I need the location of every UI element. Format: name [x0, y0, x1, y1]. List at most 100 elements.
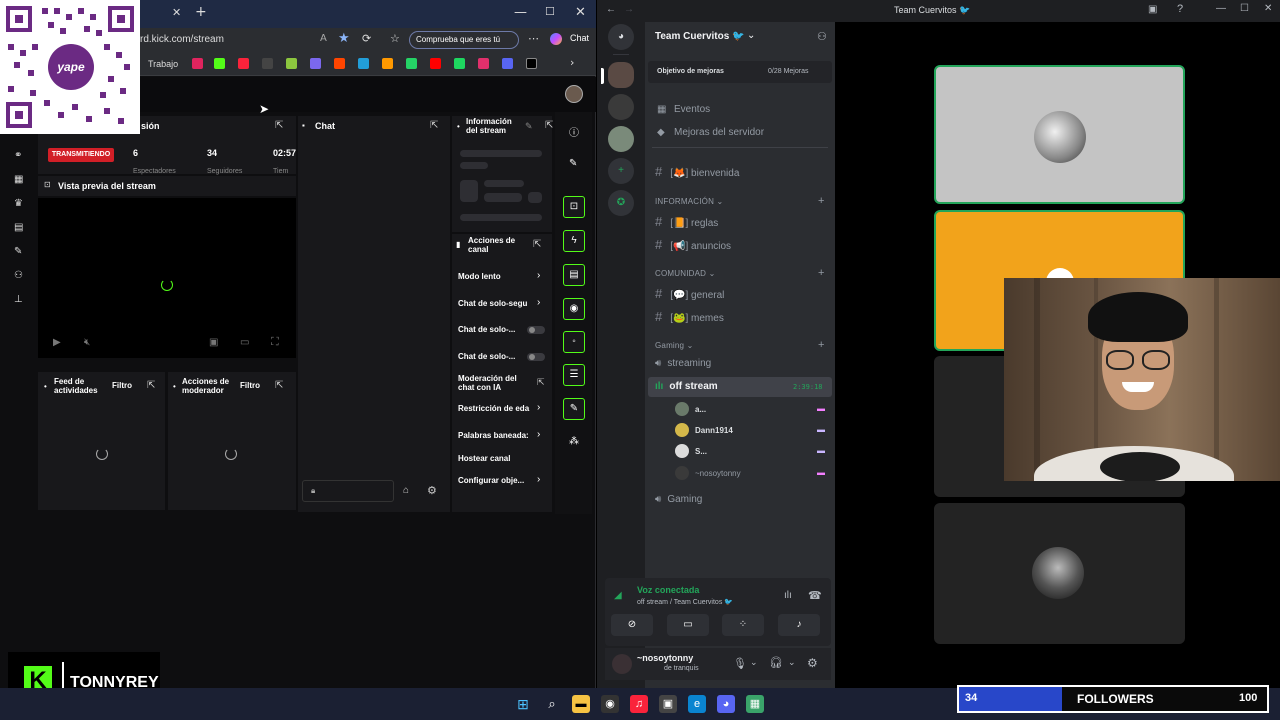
inbox-icon[interactable]: ▣	[1148, 4, 1157, 15]
voice-member[interactable]: Dann1914	[695, 426, 733, 435]
category-gaming[interactable]: Gaming ⌄	[655, 341, 694, 350]
avatar[interactable]	[675, 423, 689, 437]
popout-icon[interactable]: ⇱	[545, 120, 553, 131]
add-channel-icon[interactable]: +	[818, 195, 824, 207]
discord-icon[interactable]: ◕	[717, 695, 735, 713]
bookmark-icon[interactable]	[406, 58, 417, 69]
x-bookmark-icon[interactable]	[526, 58, 537, 69]
windows-start-icon[interactable]: ⊞	[514, 695, 532, 713]
voice-channel-gaming[interactable]: 🔊︎ Gaming	[655, 494, 702, 505]
settings-gear-icon[interactable]: ⚙	[427, 484, 437, 497]
bookmark-folder-trabajo[interactable]: Trabajo	[148, 59, 178, 69]
close-window-button[interactable]: ✕	[575, 5, 586, 20]
microphone-icon[interactable]: 🎙︎	[733, 657, 747, 670]
settings-gear-icon[interactable]: ⚙	[807, 656, 818, 670]
emotes-only-toggle[interactable]	[527, 353, 545, 361]
activities-button[interactable]: ⁘	[722, 614, 764, 636]
channel-reglas[interactable]: # [📙] reglas	[655, 214, 718, 229]
channel-memes[interactable]: # [🐸] memes	[655, 309, 724, 324]
chevron-down-icon[interactable]: ⌄	[750, 657, 758, 668]
server-name[interactable]: Team Cuervitos 🐦	[655, 31, 745, 42]
lightning-icon[interactable]: ϟ	[563, 230, 585, 252]
voice-member[interactable]: ~nosoytonny	[695, 469, 741, 478]
video-tile[interactable]	[934, 65, 1185, 204]
wrench-icon[interactable]: ✎	[14, 246, 22, 257]
edge-browser-icon[interactable]: e	[688, 695, 706, 713]
refresh-icon[interactable]: ⟳	[362, 32, 371, 45]
maximize-button[interactable]: ☐	[545, 5, 555, 18]
soundboard-button[interactable]: ♪	[778, 614, 820, 636]
url-text[interactable]: rd.kick.com/stream	[140, 34, 224, 45]
bookmark-icon[interactable]	[334, 58, 345, 69]
voice-member[interactable]: S...	[695, 447, 707, 456]
subscribers-only-toggle[interactable]	[527, 326, 545, 334]
telegram-bookmark-icon[interactable]	[358, 58, 369, 69]
minimize-button[interactable]: —	[514, 5, 527, 20]
edit-pencil-icon[interactable]: ✎	[525, 121, 533, 132]
screen-share-button[interactable]: ▭	[667, 614, 709, 636]
layout-icon[interactable]: ☰	[563, 364, 585, 386]
clip-icon[interactable]: ⊡	[563, 196, 585, 218]
slow-mode-item[interactable]: Modo lento	[458, 272, 501, 281]
popout-icon[interactable]: ⇱	[275, 380, 283, 391]
explore-compass-icon[interactable]: ✪	[608, 190, 634, 216]
noise-suppression-icon[interactable]: ılı	[784, 590, 792, 601]
add-server-icon[interactable]: +	[608, 158, 634, 184]
users-icon[interactable]: ⚇	[14, 270, 23, 281]
pip-icon[interactable]: ▣	[209, 337, 218, 348]
camera-off-button[interactable]: ⊘	[611, 614, 653, 636]
voice-member[interactable]: a...	[695, 405, 706, 414]
app-icon[interactable]: ◉	[601, 695, 619, 713]
bookmark-icon[interactable]	[192, 58, 203, 69]
store-icon[interactable]: ⌂	[403, 485, 409, 496]
add-channel-icon[interactable]: +	[818, 339, 824, 351]
app-icon[interactable]: ▦	[746, 695, 764, 713]
favorites-icon[interactable]: ☆	[390, 32, 400, 45]
tv-bookmark-icon[interactable]	[262, 58, 273, 69]
file-explorer-icon[interactable]: ▬	[572, 695, 590, 713]
stream-preview-player[interactable]	[38, 198, 296, 358]
user-avatar[interactable]	[612, 654, 632, 674]
new-tab-button[interactable]: +	[195, 4, 207, 20]
followers-only-item[interactable]: Chat de solo-segu	[458, 299, 527, 308]
activity-filter-button[interactable]: Filtro	[112, 381, 132, 390]
category-informacion[interactable]: INFORMACIÓN ⌄	[655, 197, 723, 206]
age-restriction-item[interactable]: Restricción de eda	[458, 404, 529, 413]
voice-channel-streaming[interactable]: 🔊︎ streaming	[655, 358, 711, 369]
chat-bubble-icon[interactable]: ◉	[563, 298, 585, 320]
chevron-down-icon[interactable]: ⌄	[747, 30, 755, 41]
moderator-filter-button[interactable]: Filtro	[240, 381, 260, 390]
voice-connected-label[interactable]: Voz conectada	[637, 585, 699, 595]
app-icon[interactable]: ▣	[659, 695, 677, 713]
bookmarks-overflow-icon[interactable]: ›	[570, 56, 574, 69]
disconnect-icon[interactable]: ☎	[808, 589, 822, 602]
trophy-icon[interactable]: ♛	[14, 198, 23, 209]
broadcast-icon[interactable]: ◦	[563, 331, 585, 353]
chevron-down-icon[interactable]: ⌄	[788, 657, 796, 668]
copilot-chat-label[interactable]: Chat	[570, 33, 589, 43]
drag-handle-icon[interactable]: •	[173, 382, 176, 391]
bookmark-icon[interactable]	[454, 58, 465, 69]
banned-words-item[interactable]: Palabras baneada:	[458, 431, 529, 440]
maximize-button[interactable]: ☐	[1240, 3, 1249, 14]
share-icon[interactable]: ⁂	[569, 436, 579, 447]
more-menu-icon[interactable]: ⋯	[528, 32, 539, 45]
popout-icon[interactable]: ⇱	[537, 377, 545, 388]
minimize-button[interactable]: —	[1216, 3, 1226, 14]
channel-anuncios[interactable]: # [📢] anuncios	[655, 237, 731, 252]
channel-bienvenida[interactable]: # [🦊] bienvenida	[655, 164, 739, 179]
read-aloud-icon[interactable]: A	[320, 33, 327, 44]
info-icon[interactable]: ⓘ	[569, 124, 579, 139]
avatar[interactable]	[675, 402, 689, 416]
ai-moderation-item[interactable]: Moderación del chat con IA	[458, 374, 528, 392]
chevron-right-icon[interactable]: ›	[537, 402, 540, 413]
host-channel-item[interactable]: Hostear canal	[458, 454, 510, 463]
broadcast-icon[interactable]: ⊥	[14, 294, 23, 305]
help-icon[interactable]: ?	[1177, 3, 1183, 15]
channel-general[interactable]: # [💬] general	[655, 286, 724, 301]
server-icon[interactable]	[608, 94, 634, 120]
configure-goals-item[interactable]: Configurar obje...	[458, 476, 524, 485]
music-icon[interactable]: ♫	[630, 695, 648, 713]
theater-icon[interactable]: ▭	[240, 337, 249, 348]
chevron-right-icon[interactable]: ›	[537, 270, 540, 281]
